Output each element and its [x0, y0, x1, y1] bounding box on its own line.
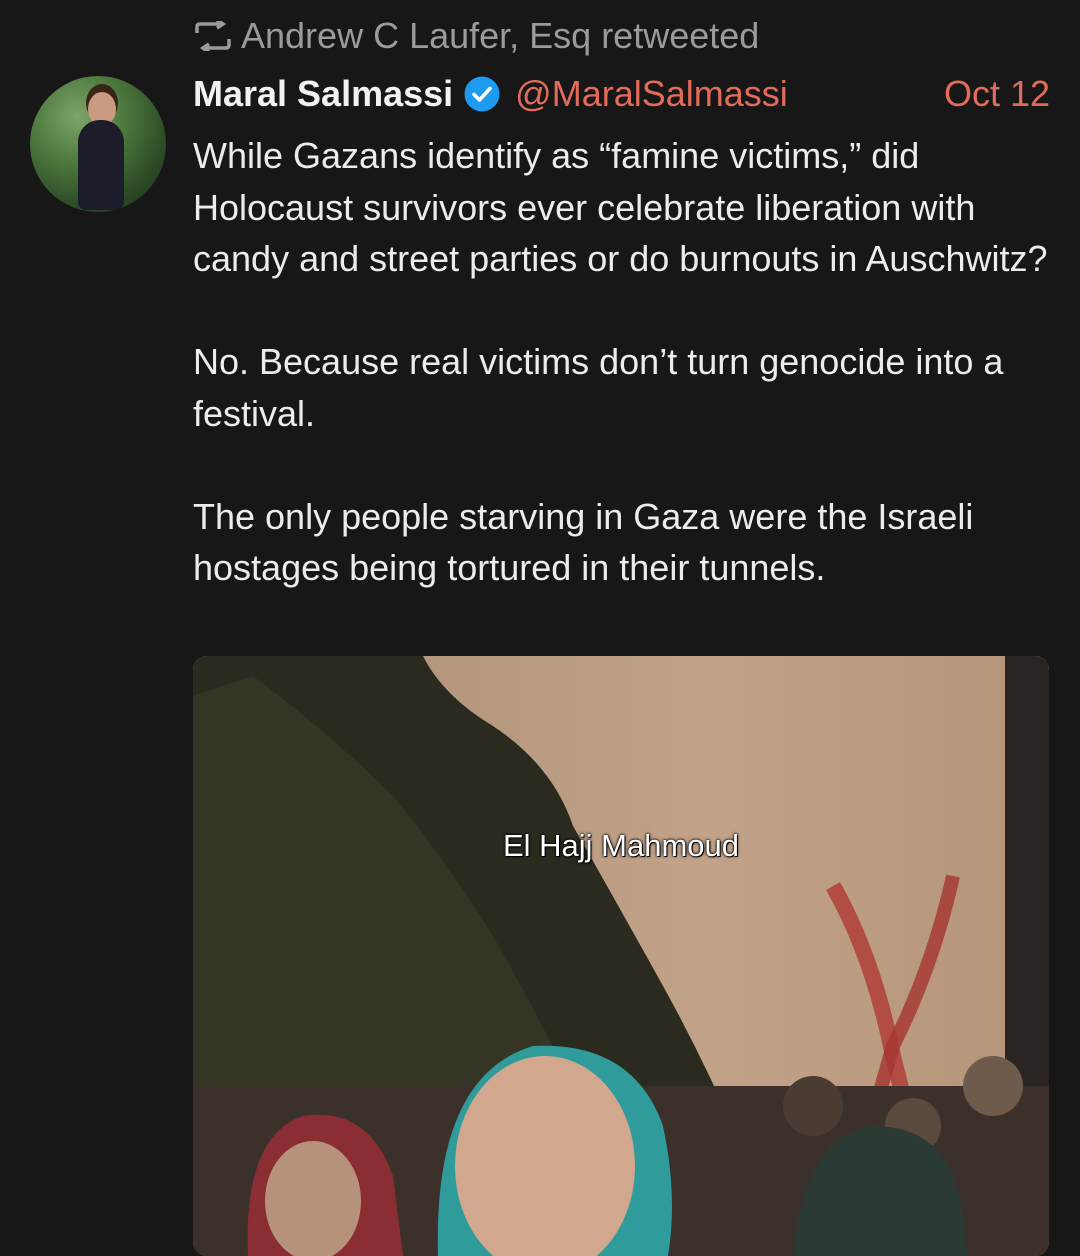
tweet-paragraph-3: The only people starving in Gaza were th… — [193, 495, 974, 589]
tweet-body: While Gazans identify as “famine victims… — [193, 130, 1063, 594]
retweet-text: Andrew C Laufer, Esq retweeted — [241, 15, 760, 56]
retweet-indicator[interactable]: Andrew C Laufer, Esq retweeted — [193, 14, 759, 58]
tweet-paragraph-1: While Gazans identify as “famine victims… — [193, 135, 1048, 279]
media-scene — [193, 656, 1049, 1256]
retweet-icon — [193, 21, 233, 51]
verified-badge-icon — [463, 75, 501, 113]
author-handle[interactable]: @MaralSalmassi — [515, 73, 788, 115]
profile-avatar[interactable] — [30, 76, 166, 212]
tweet-media-video[interactable]: El Hajj Mahmoud — [193, 656, 1049, 1256]
tweet-paragraph-2: No. Because real victims don’t turn geno… — [193, 341, 1004, 434]
author-name[interactable]: Maral Salmassi — [193, 73, 453, 115]
media-caption: El Hajj Mahmoud — [502, 828, 740, 863]
tweet-date[interactable]: Oct 12 — [944, 73, 1050, 115]
tweet-header: Maral Salmassi @MaralSalmassi Oct 12 — [193, 70, 1050, 118]
avatar-figure-body — [78, 120, 124, 210]
